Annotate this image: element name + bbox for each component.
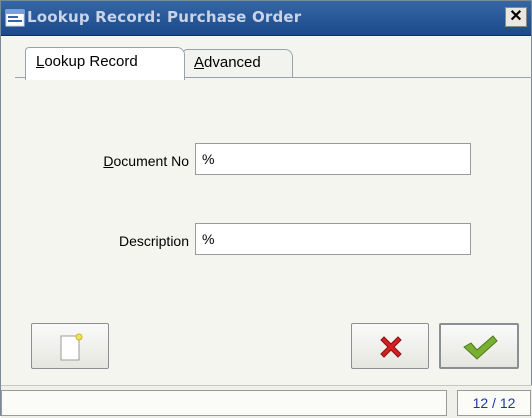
new-document-icon (60, 333, 83, 361)
cancel-button[interactable] (351, 323, 429, 369)
new-record-button[interactable] (31, 323, 109, 369)
window-icon (5, 9, 25, 27)
status-message (1, 390, 447, 416)
tab-strip: Lookup Record Advanced (15, 47, 532, 80)
title-bar[interactable]: Lookup Record: Purchase Order ✕ (1, 1, 531, 36)
record-count: 12 / 12 (457, 390, 531, 416)
red-x-icon (380, 336, 402, 358)
label-mnemonic: D (103, 153, 114, 169)
tab-label: ookup Record (44, 53, 138, 70)
close-icon: ✕ (509, 8, 523, 25)
description-label: Description (118, 233, 189, 249)
tab-lookup-record[interactable]: Lookup Record (25, 47, 185, 80)
green-check-icon (463, 335, 498, 360)
ok-button[interactable] (439, 323, 519, 369)
document-no-label: Document No (61, 153, 189, 169)
lookup-dialog: Lookup Record: Purchase Order ✕ Lookup R… (0, 0, 532, 418)
tab-advanced[interactable]: Advanced (183, 49, 293, 77)
document-no-input[interactable] (195, 143, 471, 175)
close-button[interactable]: ✕ (505, 7, 527, 27)
tab-mnemonic: A (194, 54, 205, 71)
window-title: Lookup Record: Purchase Order (27, 8, 302, 26)
description-input[interactable] (195, 223, 471, 255)
label-text: ocument No (113, 153, 189, 169)
status-bar: 12 / 12 (1, 385, 532, 418)
tab-label: dvanced (204, 54, 261, 71)
